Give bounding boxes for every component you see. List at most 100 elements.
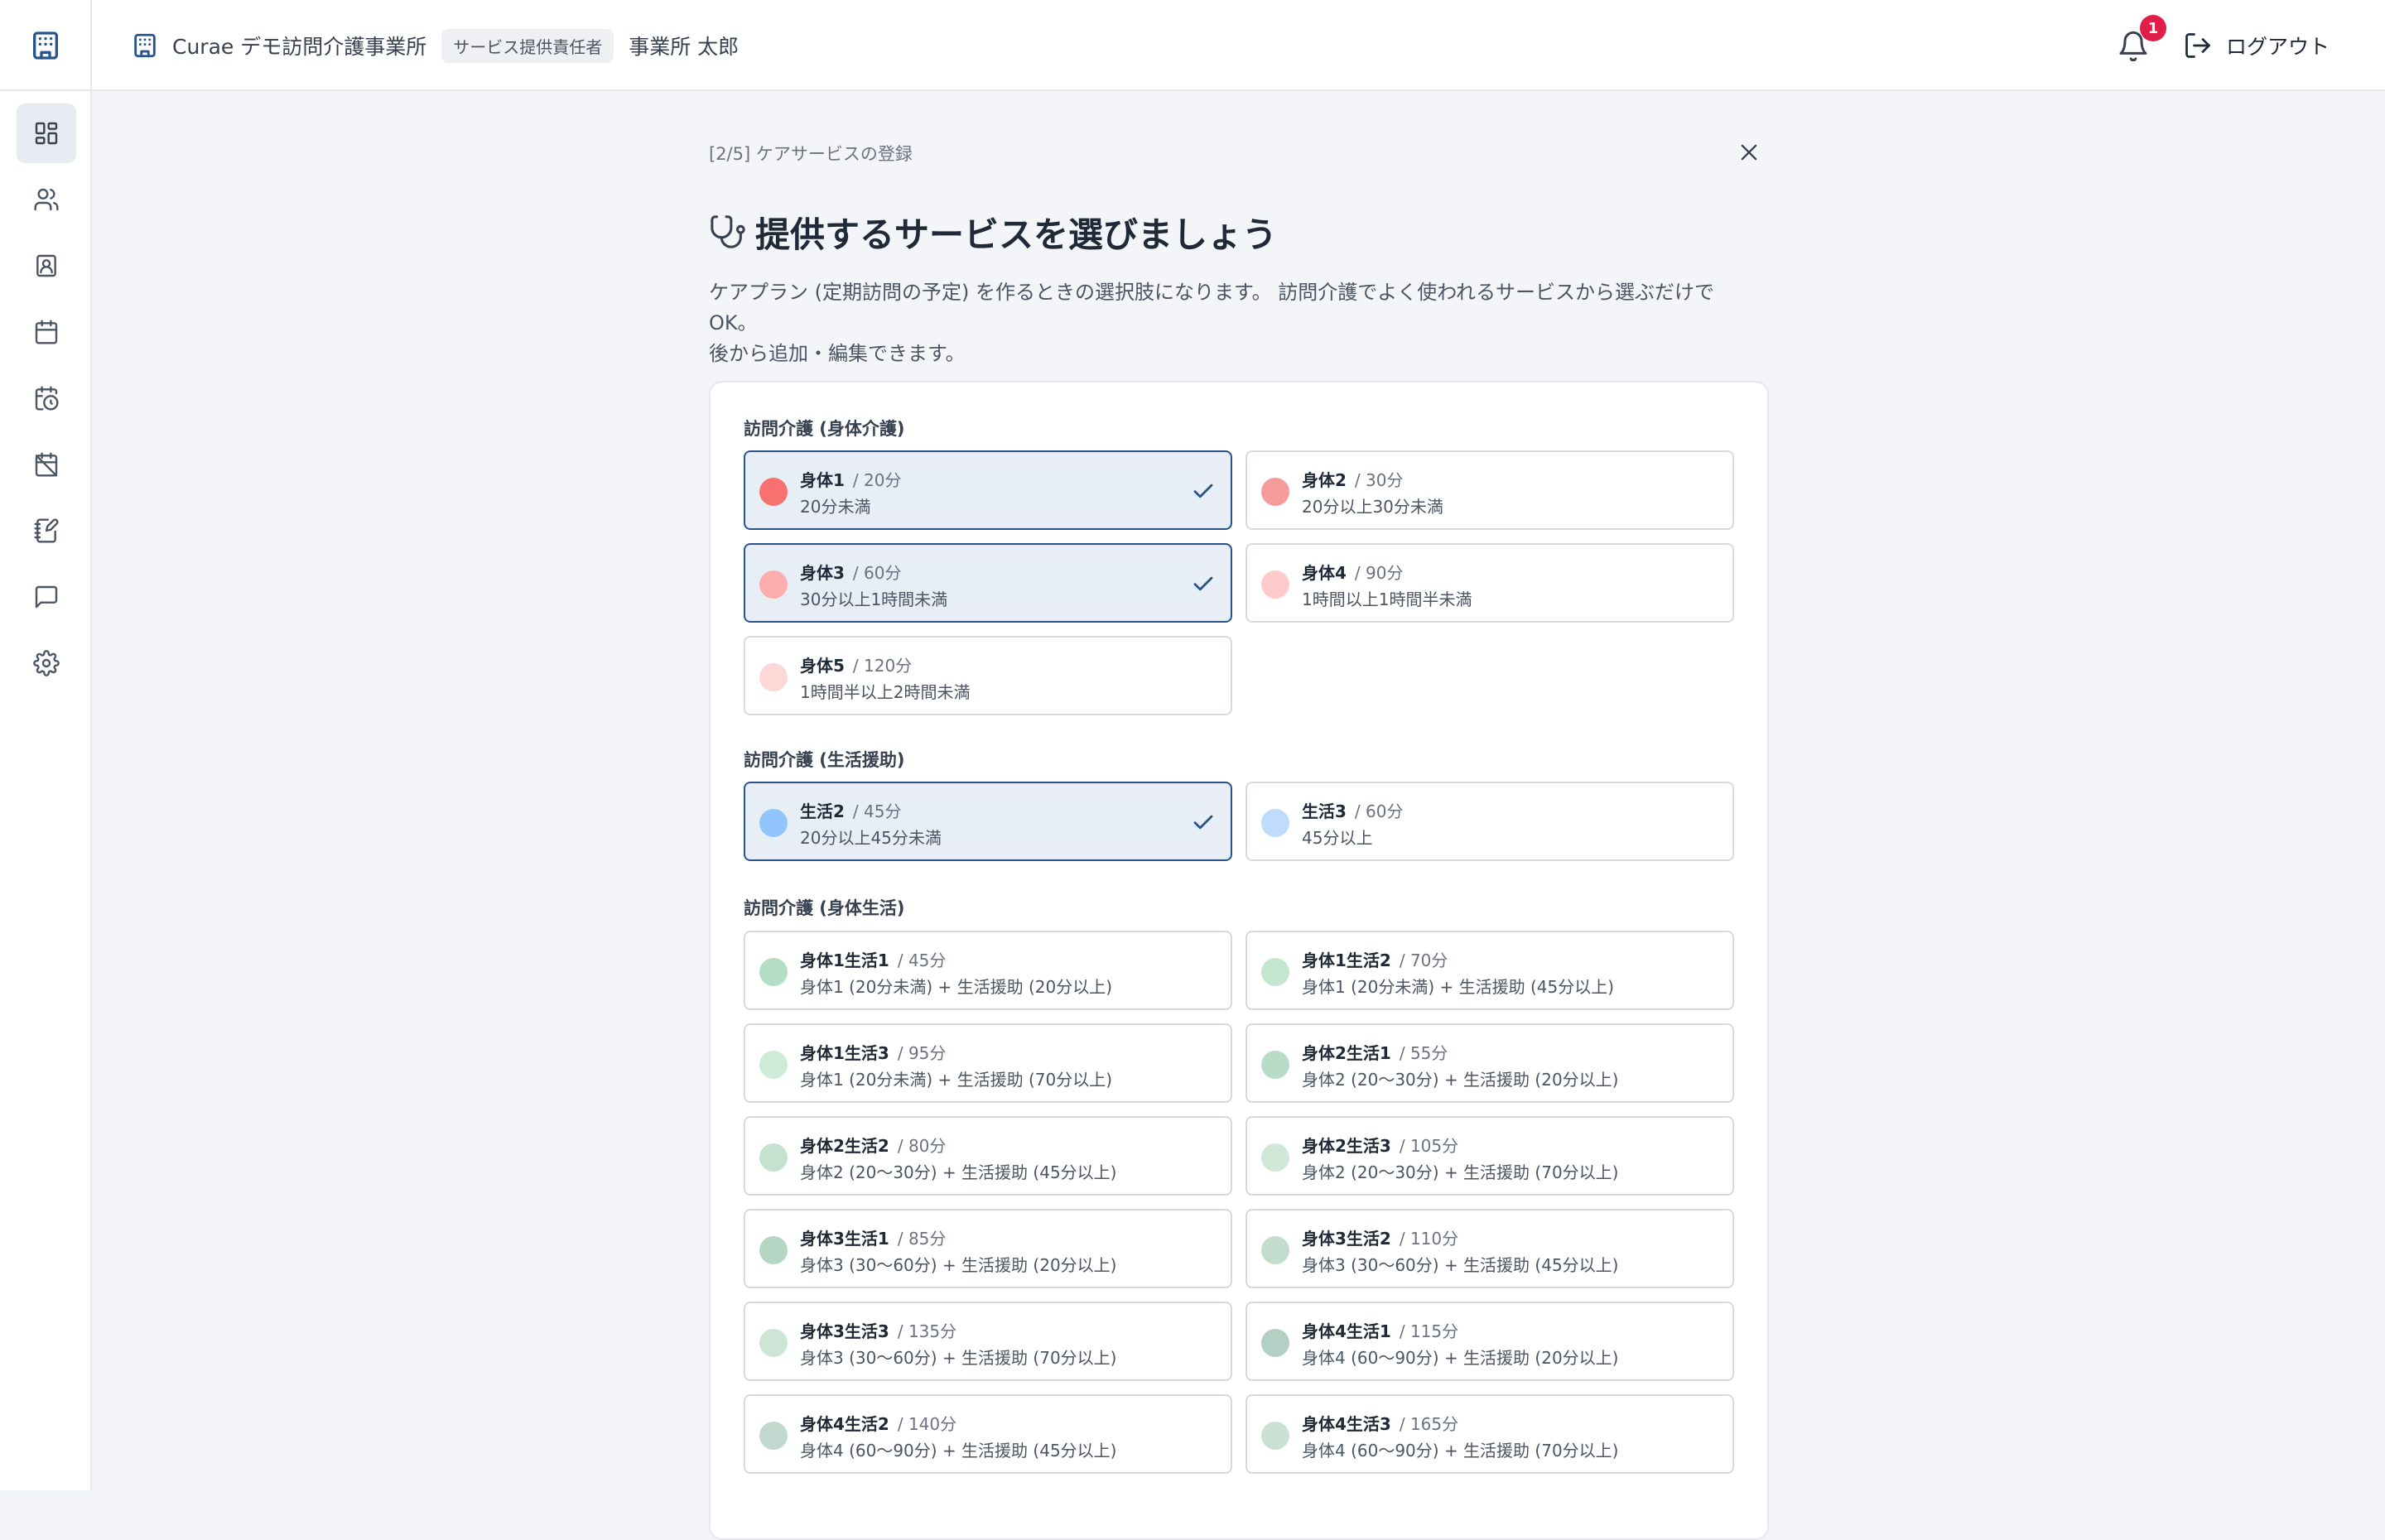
service-card[interactable]: 身体4 / 90分 1時間以上1時間半未満	[1246, 543, 1734, 623]
service-card[interactable]: 身体4生活2 / 140分 身体4 (60〜90分) + 生活援助 (45分以上)	[744, 1394, 1232, 1474]
sidebar-item-cancellations[interactable]	[17, 435, 76, 494]
service-card[interactable]: 生活2 / 45分 20分以上45分未満	[744, 782, 1232, 861]
service-description: 身体3 (30〜60分) + 生活援助 (45分以上)	[1302, 1255, 1619, 1275]
service-card[interactable]: 身体3 / 60分 30分以上1時間未満	[744, 543, 1232, 623]
notebook-edit-icon	[34, 518, 59, 543]
service-color-dot	[759, 958, 788, 986]
section-title: 訪問介護 (身体生活)	[744, 898, 905, 918]
service-color-dot	[759, 570, 788, 599]
service-color-dot	[1261, 1143, 1289, 1172]
service-color-dot	[1261, 1422, 1289, 1450]
service-title-line: 身体3生活2 / 110分	[1302, 1225, 1458, 1249]
service-card[interactable]: 身体1 / 20分 20分未満	[744, 450, 1232, 530]
service-title-line: 身体3生活1 / 85分	[800, 1225, 946, 1249]
service-description: 身体1 (20分未満) + 生活援助 (45分以上)	[1302, 977, 1615, 997]
sidebar-item-messages[interactable]	[17, 567, 76, 627]
check-icon	[1193, 484, 1213, 498]
service-title-line: 身体2 / 30分	[1302, 467, 1403, 491]
service-card[interactable]: 身体2生活1 / 55分 身体2 (20〜30分) + 生活援助 (20分以上)	[1246, 1023, 1734, 1103]
service-duration: / 85分	[897, 1229, 947, 1249]
logout-label: ログアウト	[2226, 35, 2330, 59]
calendar-off-icon	[35, 452, 58, 477]
calendar-icon	[35, 320, 58, 344]
service-card[interactable]: 身体1生活3 / 95分 身体1 (20分未満) + 生活援助 (70分以上)	[744, 1023, 1232, 1103]
service-card[interactable]: 身体3生活1 / 85分身体3 (30〜60分) + 生活援助 (20分以上)	[744, 1209, 1232, 1288]
service-card[interactable]: 身体3生活2 / 110分身体3 (30〜60分) + 生活援助 (45分以上)	[1246, 1209, 1734, 1288]
service-selection-panel: 訪問介護 (身体介護) 身体1 / 20分 20分未満 身体2 / 30分 20分以上30分…	[709, 381, 1769, 1540]
service-color-dot	[1261, 809, 1289, 837]
service-name: 身体1生活1	[800, 950, 889, 970]
service-card[interactable]: 身体5 / 120分 1時間半以上2時間未満	[744, 636, 1232, 715]
sidebar-item-calendar[interactable]	[17, 302, 76, 362]
service-description: 1時間半以上2時間未満	[800, 682, 971, 702]
app-logo[interactable]	[0, 0, 92, 91]
page-description: ケアプラン (定期訪問の予定) を作るときの選択肢になります。 訪問介護でよく使…	[709, 277, 1769, 369]
service-duration: / 135分	[897, 1321, 957, 1341]
sidebar-item-records[interactable]	[17, 501, 76, 561]
service-title-line: 身体1生活2 / 70分	[1302, 947, 1448, 971]
service-card[interactable]: 身体2生活3 / 105分 身体2 (20〜30分) + 生活援助 (70分以上)	[1246, 1116, 1734, 1196]
notification-count-badge: 1	[2140, 15, 2166, 41]
service-duration: / 120分	[852, 656, 913, 676]
service-card[interactable]: 身体2 / 30分 20分以上30分未満	[1246, 450, 1734, 530]
service-duration: / 115分	[1399, 1321, 1459, 1341]
service-name: 身体3生活3	[800, 1321, 889, 1341]
logout-button[interactable]: ログアウト	[2183, 25, 2330, 66]
service-name: 身体2生活1	[1302, 1043, 1391, 1063]
service-name: 身体4	[1302, 563, 1347, 583]
service-color-dot	[759, 1143, 788, 1172]
service-duration: / 110分	[1399, 1229, 1459, 1249]
page-title: 提供するサービスを選びましょう	[709, 207, 1277, 257]
service-color-dot	[1261, 958, 1289, 986]
service-card[interactable]: 身体3生活3 / 135分 身体3 (30〜60分) + 生活援助 (70分以上)	[744, 1302, 1232, 1381]
service-name: 生活2	[800, 801, 845, 821]
service-duration: / 140分	[897, 1414, 957, 1434]
service-card[interactable]: 身体4生活1 / 115分 身体4 (60〜90分) + 生活援助 (20分以上)	[1246, 1302, 1734, 1381]
sidebar-item-users[interactable]	[17, 170, 76, 229]
service-card[interactable]: 身体1生活2 / 70分身体1 (20分未満) + 生活援助 (45分以上)	[1246, 931, 1734, 1010]
service-name: 身体3生活1	[800, 1229, 889, 1249]
office-building-icon	[131, 31, 159, 60]
close-icon	[1741, 144, 1757, 161]
contact-card-icon	[36, 254, 56, 277]
service-name: 身体4生活2	[800, 1414, 889, 1434]
sidebar-item-schedule[interactable]	[17, 368, 76, 428]
service-card[interactable]: 身体4生活3 / 165分身体4 (60〜90分) + 生活援助 (70分以上)	[1246, 1394, 1734, 1474]
building-icon	[32, 31, 58, 60]
user-name: 事業所 太郎	[629, 35, 740, 59]
close-button[interactable]	[1731, 134, 1767, 171]
service-card[interactable]: 身体1生活1 / 45分 身体1 (20分未満) + 生活援助 (20分以上)	[744, 931, 1232, 1010]
service-duration: / 55分	[1399, 1043, 1448, 1063]
service-description: 20分以上30分未満	[1302, 497, 1443, 517]
service-description: 20分以上45分未満	[800, 828, 942, 848]
check-icon	[1193, 815, 1213, 830]
service-name: 身体1生活3	[800, 1043, 889, 1063]
service-title-line: 身体4生活3 / 165分	[1302, 1411, 1458, 1435]
service-color-dot	[759, 1329, 788, 1357]
service-description: 身体1 (20分未満) + 生活援助 (20分以上)	[800, 977, 1113, 997]
sidebar-item-settings[interactable]	[17, 633, 76, 693]
service-color-dot	[1261, 1329, 1289, 1357]
dashboard-icon	[35, 122, 58, 145]
service-duration: / 20分	[852, 470, 902, 490]
service-card[interactable]: 生活3 / 60分 45分以上	[1246, 782, 1734, 861]
service-name: 身体1	[800, 470, 845, 490]
sidebar-item-contacts[interactable]	[17, 236, 76, 296]
sidebar	[0, 91, 92, 1490]
service-duration: / 165分	[1399, 1414, 1459, 1434]
service-title-line: 身体3生活3 / 135分	[800, 1318, 956, 1342]
service-description: 身体4 (60〜90分) + 生活援助 (70分以上)	[1302, 1441, 1619, 1461]
service-name: 身体5	[800, 656, 845, 676]
service-color-dot	[759, 663, 788, 691]
service-duration: / 90分	[1354, 563, 1404, 583]
wizard-step-indicator: [2/5] ケアサービスの登録	[709, 144, 913, 164]
sidebar-item-dashboard[interactable]	[17, 103, 76, 163]
service-description: 身体3 (30〜60分) + 生活援助 (20分以上)	[800, 1255, 1117, 1275]
service-title-line: 身体4生活2 / 140分	[800, 1411, 956, 1435]
service-card[interactable]: 身体2生活2 / 80分 身体2 (20〜30分) + 生活援助 (45分以上)	[744, 1116, 1232, 1196]
service-duration: / 30分	[1354, 470, 1404, 490]
service-name: 身体2生活2	[800, 1136, 889, 1156]
service-description: 45分以上	[1302, 828, 1373, 848]
message-icon	[35, 585, 58, 609]
service-duration: / 95分	[897, 1043, 947, 1063]
